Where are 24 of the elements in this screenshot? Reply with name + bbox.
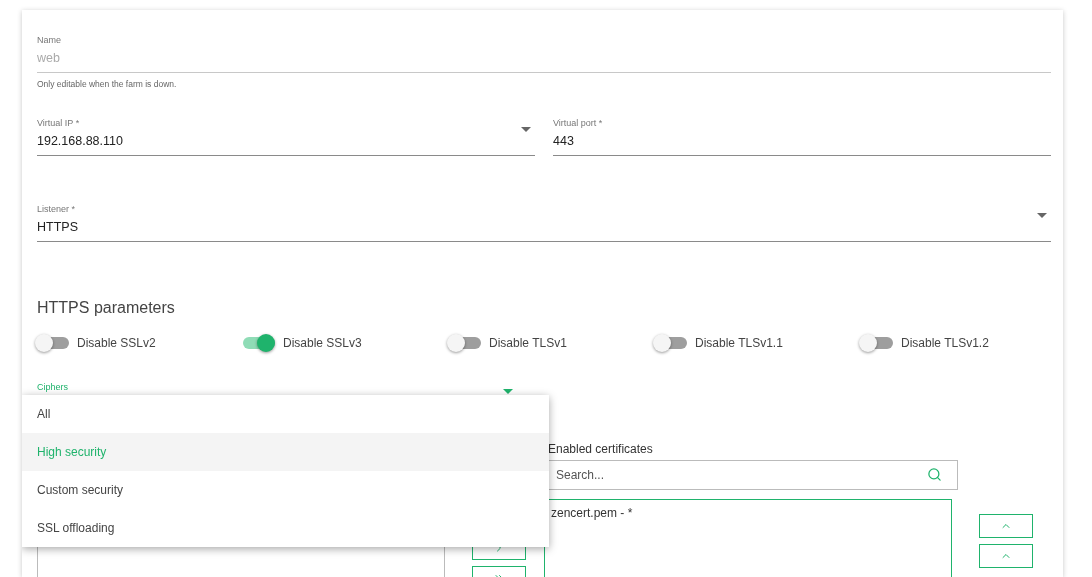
field-value: 192.168.88.110 [37,133,123,150]
list-title: Enabled certificates [548,442,654,458]
field-label: Listener * [37,203,77,215]
toggle-label: Disable TLSv1 [489,336,567,350]
toggle-label: Disable SSLv2 [77,336,156,350]
field-value: 443 [553,133,574,150]
menu-option[interactable]: All [22,395,549,433]
field-value: web [37,50,60,67]
field-label: Ciphers [37,382,68,393]
virtual-port-field[interactable]: Virtual port * 443 [553,117,1051,156]
field-label: Virtual IP * [37,117,81,129]
search-field[interactable]: Search... [547,460,958,490]
listener-select[interactable]: Listener * HTTPS [37,203,1051,242]
field-label: Virtual port * [553,117,604,129]
toggle-label: Disable TLSv1.1 [695,336,783,350]
virtual-ip-select[interactable]: Virtual IP * 192.168.88.110 [37,117,535,156]
menu-option[interactable]: Custom security [22,471,549,509]
toggle-label: Disable SSLv3 [283,336,362,350]
toggle-label: Disable TLSv1.2 [901,336,989,350]
field-label: Name [37,34,62,46]
field-value: HTTPS [37,219,78,236]
hint-text: Only editable when the farm is down. [37,79,177,89]
section-title: HTTPS parameters [37,299,176,317]
menu-option[interactable]: SSL offloading [22,509,549,547]
